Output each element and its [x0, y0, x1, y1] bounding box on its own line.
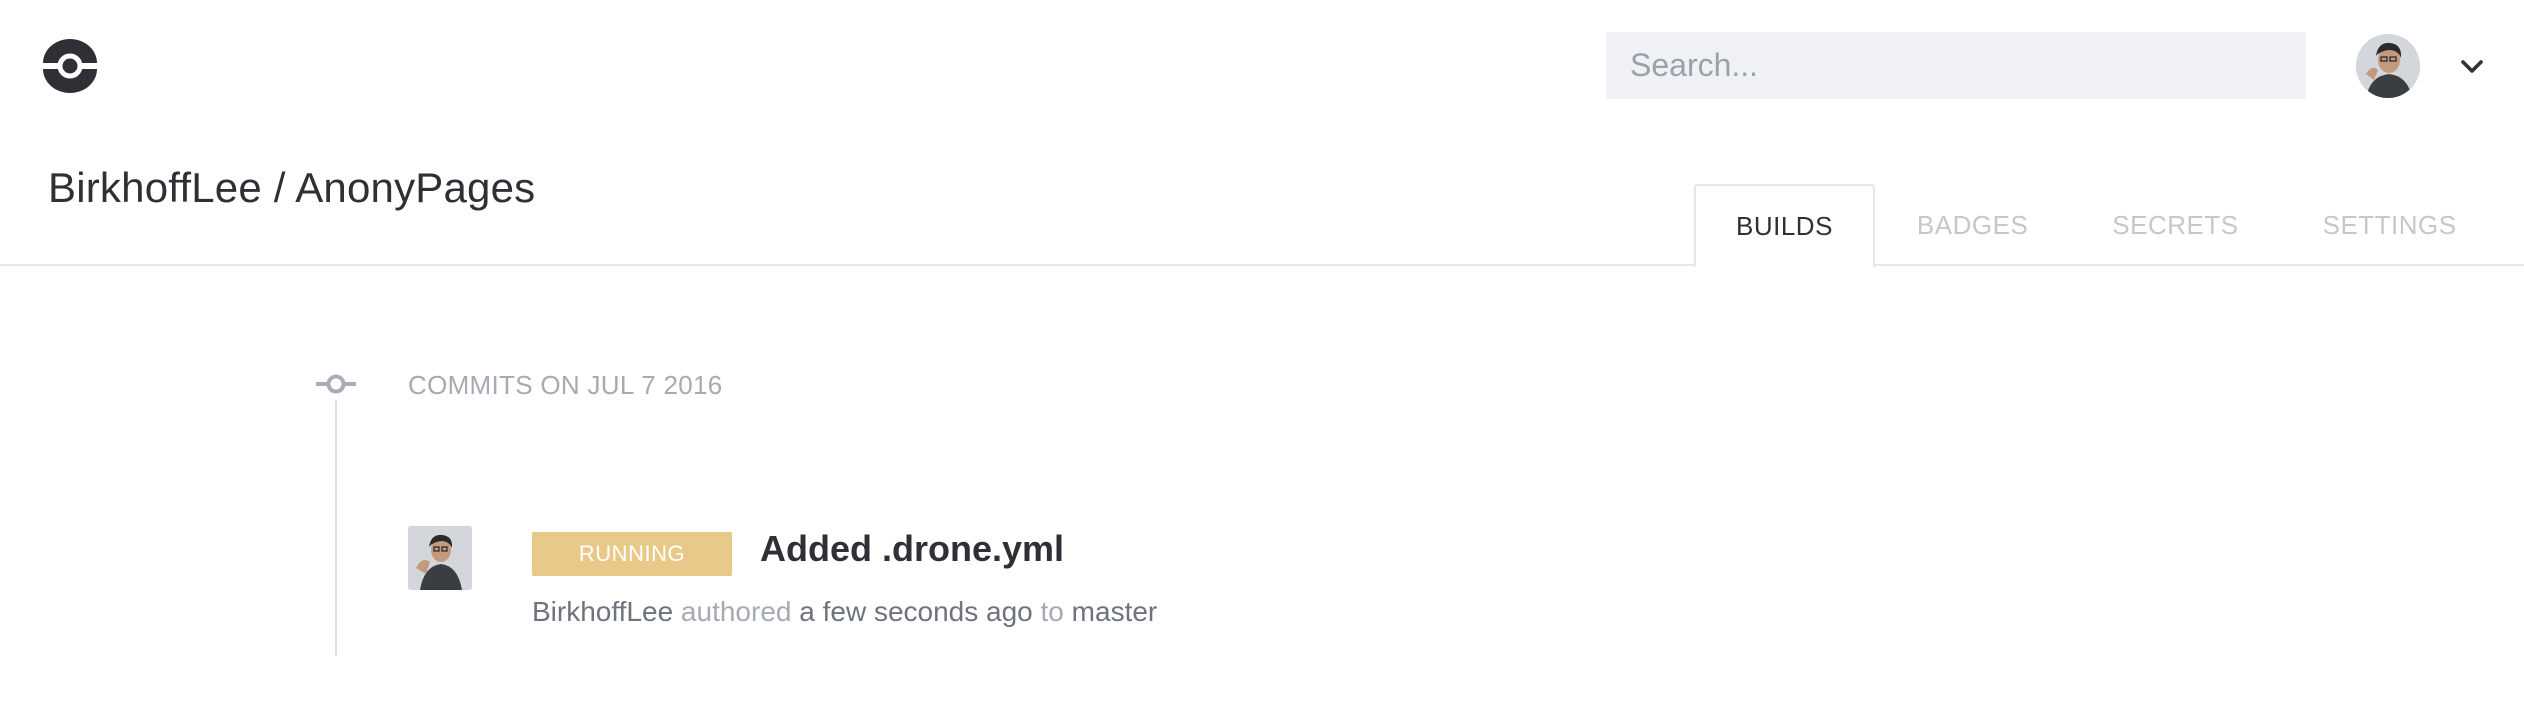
user-avatar[interactable]: [2356, 34, 2420, 98]
commit-author: BirkhoffLee: [532, 596, 674, 627]
timeline-line: [335, 400, 337, 656]
header-divider: [0, 264, 2524, 266]
repo-tabs: BUILDS BADGES SECRETS SETTINGS: [1694, 184, 2499, 268]
commit-time: a few seconds ago: [799, 596, 1033, 627]
tab-builds[interactable]: BUILDS: [1694, 184, 1875, 268]
commit-to-word: to: [1040, 596, 1064, 627]
search-input[interactable]: [1606, 32, 2306, 99]
top-bar: [0, 0, 2524, 132]
status-badge: RUNNING: [532, 532, 732, 576]
drone-logo-icon[interactable]: [40, 39, 100, 93]
tab-label: SECRETS: [2112, 209, 2239, 240]
author-avatar: [408, 526, 472, 590]
tab-label: SETTINGS: [2322, 209, 2457, 240]
chevron-down-icon[interactable]: [2457, 52, 2487, 82]
commit-meta: BirkhoffLee authored a few seconds ago t…: [532, 596, 1157, 628]
repo-title: BirkhoffLee / AnonyPages: [48, 164, 536, 211]
build-list-item[interactable]: RUNNING Added .drone.yml BirkhoffLee aut…: [408, 522, 1608, 642]
tab-badges[interactable]: BADGES: [1875, 184, 2070, 266]
tab-label: BADGES: [1916, 209, 2029, 240]
user-menu[interactable]: [2352, 34, 2483, 98]
tab-label: BUILDS: [1736, 210, 1833, 241]
commit-date-heading: COMMITS ON JUL 7 2016: [408, 370, 723, 400]
commit-verb: authored: [680, 596, 792, 627]
tab-secrets[interactable]: SECRETS: [2070, 184, 2280, 266]
commit-icon: [316, 372, 356, 396]
commit-message[interactable]: Added .drone.yml: [760, 528, 1064, 570]
commit-branch: master: [1071, 596, 1158, 627]
tab-settings[interactable]: SETTINGS: [2281, 184, 2499, 266]
